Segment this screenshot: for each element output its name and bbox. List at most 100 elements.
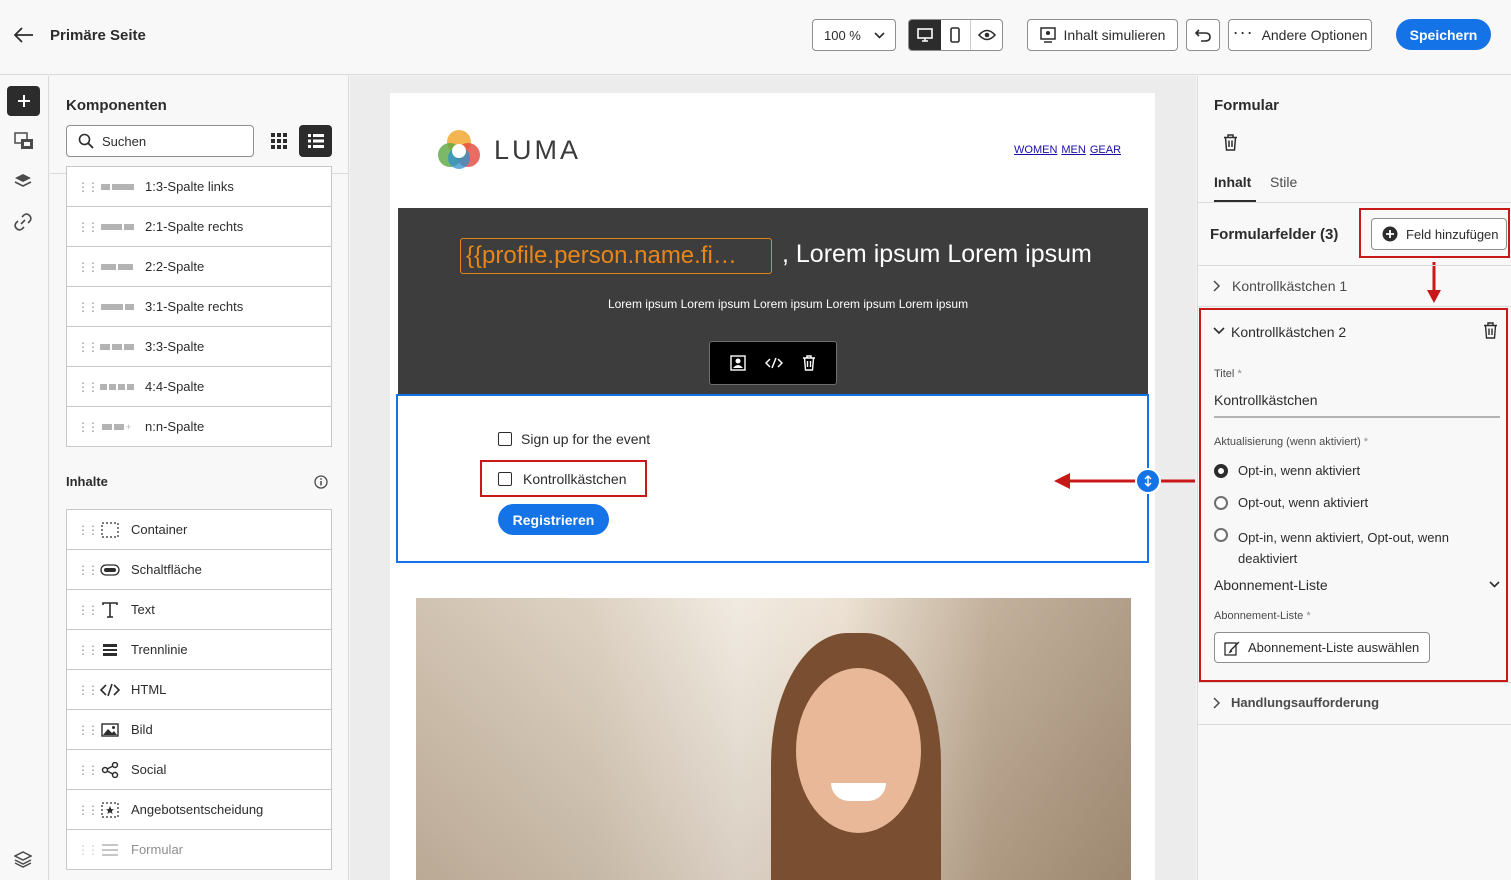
logo-text: LUMA bbox=[494, 135, 582, 165]
mobile-icon bbox=[950, 27, 961, 43]
personalization-token[interactable]: {{profile.person.name.fi… bbox=[460, 238, 772, 274]
content-item-offer[interactable]: ⋮⋮ Angebotsentscheidung bbox=[66, 789, 332, 830]
select-subscription-list-button[interactable]: Abonnement-Liste auswählen bbox=[1214, 632, 1430, 663]
field-2-label[interactable]: Kontrollkästchen 2 bbox=[1231, 324, 1346, 340]
drag-handle-icon: ⋮⋮ bbox=[77, 179, 99, 194]
tab-content[interactable]: Inhalt bbox=[1214, 174, 1251, 190]
register-button[interactable]: Registrieren bbox=[498, 504, 609, 535]
form-section[interactable]: Sign up for the event Kontrollkästchen R… bbox=[396, 394, 1149, 563]
content-item-form[interactable]: ⋮⋮ Formular bbox=[66, 829, 332, 870]
nav-link-women[interactable]: WOMEN bbox=[1014, 144, 1057, 156]
content-label: HTML bbox=[131, 682, 167, 697]
desktop-view-button[interactable] bbox=[909, 20, 941, 50]
content-label: Container bbox=[131, 522, 188, 537]
content-item-divider[interactable]: ⋮⋮ Trennlinie bbox=[66, 629, 332, 670]
subscription-section-label[interactable]: Abonnement-Liste bbox=[1214, 577, 1328, 593]
drag-handle-icon: ⋮⋮ bbox=[77, 339, 99, 354]
image-icon bbox=[101, 722, 119, 737]
title-input[interactable]: Kontrollkästchen bbox=[1214, 392, 1500, 418]
structure-label: 2:1-Spalte rechts bbox=[145, 219, 244, 234]
content-item-image[interactable]: ⋮⋮ Bild bbox=[66, 709, 332, 750]
drag-handle-icon: ⋮⋮ bbox=[77, 522, 99, 537]
trash-icon[interactable] bbox=[1483, 322, 1498, 339]
radio-opt-in-label: Opt-in, wenn aktiviert bbox=[1238, 463, 1361, 478]
trash-icon[interactable] bbox=[802, 355, 816, 371]
content-label: Bild bbox=[131, 722, 153, 737]
drag-handle-icon: ⋮⋮ bbox=[77, 642, 99, 657]
structure-label: 4:4-Spalte bbox=[145, 379, 205, 394]
content-label: Formular bbox=[131, 842, 184, 857]
drag-handle-icon: ⋮⋮ bbox=[77, 602, 99, 617]
structure-item-2-1[interactable]: ⋮⋮ 2:1-Spalte rechts bbox=[66, 206, 332, 247]
hero-section[interactable]: {{profile.person.name.fi… , Lorem ipsum … bbox=[398, 208, 1148, 394]
top-toolbar: Primäre Seite 100 % Inhalt simulieren ··… bbox=[0, 0, 1511, 75]
structure-item-3-3[interactable]: ⋮⋮ 3:3-Spalte bbox=[66, 326, 332, 367]
divider bbox=[1198, 724, 1511, 725]
structure-label: 3:3-Spalte bbox=[145, 339, 205, 354]
drag-handle-icon: ⋮⋮ bbox=[77, 419, 99, 434]
drag-handle-icon: ⋮⋮ bbox=[77, 802, 99, 817]
radio-opt-out[interactable] bbox=[1214, 496, 1228, 510]
undo-button[interactable] bbox=[1186, 19, 1220, 51]
more-options-button[interactable]: ··· Andere Optionen bbox=[1228, 19, 1372, 51]
chevron-down-icon bbox=[874, 32, 885, 39]
structure-item-2-2[interactable]: ⋮⋮ 2:2-Spalte bbox=[66, 246, 332, 287]
simulate-content-button[interactable]: Inhalt simulieren bbox=[1027, 19, 1178, 51]
radio-opt-in[interactable] bbox=[1214, 464, 1228, 478]
save-button[interactable]: Speichern bbox=[1396, 19, 1491, 50]
code-icon bbox=[100, 683, 120, 696]
nav-link-men[interactable]: MEN bbox=[1061, 144, 1085, 156]
radio-opt-out-label: Opt-out, wenn aktiviert bbox=[1238, 495, 1369, 510]
code-icon[interactable] bbox=[764, 357, 783, 369]
checkbox-signup[interactable] bbox=[498, 432, 512, 446]
search-icon bbox=[78, 133, 94, 149]
divider-icon bbox=[103, 643, 117, 656]
zoom-select[interactable]: 100 % bbox=[812, 19, 896, 51]
add-components-button[interactable] bbox=[7, 86, 40, 116]
field-1-label: Kontrollkästchen 1 bbox=[1232, 278, 1348, 294]
chevron-down-icon[interactable] bbox=[1489, 581, 1500, 588]
button-icon bbox=[100, 563, 120, 576]
contents-title: Inhalte bbox=[66, 474, 108, 489]
assets-icon[interactable] bbox=[14, 132, 34, 150]
content-item-text[interactable]: ⋮⋮ Text bbox=[66, 589, 332, 630]
mobile-view-button[interactable] bbox=[941, 20, 972, 50]
edit-icon bbox=[1224, 641, 1240, 656]
content-item-container[interactable]: ⋮⋮ Container bbox=[66, 509, 332, 550]
trash-icon[interactable] bbox=[1223, 134, 1238, 151]
resize-handle[interactable] bbox=[1135, 468, 1161, 494]
chevron-down-icon[interactable] bbox=[1213, 327, 1225, 335]
personalize-icon[interactable] bbox=[729, 355, 746, 371]
link-icon[interactable] bbox=[14, 213, 32, 231]
info-icon[interactable] bbox=[314, 475, 328, 489]
cta-row[interactable]: Handlungsaufforderung bbox=[1198, 683, 1511, 723]
nav-link-gear[interactable]: GEAR bbox=[1090, 144, 1121, 156]
structure-item-n-n[interactable]: ⋮⋮ + n:n-Spalte bbox=[66, 406, 332, 447]
structure-item-1-3[interactable]: ⋮⋮ 1:3-Spalte links bbox=[66, 166, 332, 207]
text-icon bbox=[102, 601, 118, 618]
search-input[interactable]: Suchen bbox=[66, 125, 254, 157]
back-arrow-icon[interactable] bbox=[14, 27, 34, 43]
share-icon bbox=[101, 761, 119, 778]
resize-icon bbox=[1144, 475, 1152, 487]
chevron-right-icon bbox=[1213, 280, 1221, 292]
structure-item-3-1[interactable]: ⋮⋮ 3:1-Spalte rechts bbox=[66, 286, 332, 327]
field-row-1[interactable]: Kontrollkästchen 1 bbox=[1198, 266, 1511, 306]
structure-item-4-4[interactable]: ⋮⋮ 4:4-Spalte bbox=[66, 366, 332, 407]
layers-icon[interactable] bbox=[14, 172, 32, 190]
content-item-social[interactable]: ⋮⋮ Social bbox=[66, 749, 332, 790]
layers-bottom-icon[interactable] bbox=[14, 850, 32, 868]
annotation-arrow-left bbox=[1054, 473, 1195, 489]
divider bbox=[1198, 202, 1511, 203]
select-subscription-label: Abonnement-Liste auswählen bbox=[1248, 640, 1420, 655]
tab-styles[interactable]: Stile bbox=[1270, 174, 1297, 190]
preview-button[interactable] bbox=[971, 20, 1002, 50]
radio-opt-in-out[interactable] bbox=[1214, 528, 1228, 542]
list-view-button[interactable] bbox=[299, 125, 332, 157]
grid-view-icon[interactable] bbox=[271, 133, 287, 149]
eye-icon bbox=[977, 29, 996, 41]
content-label: Trennlinie bbox=[131, 642, 188, 657]
content-item-button[interactable]: ⋮⋮ Schaltfläche bbox=[66, 549, 332, 590]
more-icon: ··· bbox=[1232, 21, 1254, 42]
content-item-html[interactable]: ⋮⋮ HTML bbox=[66, 669, 332, 710]
